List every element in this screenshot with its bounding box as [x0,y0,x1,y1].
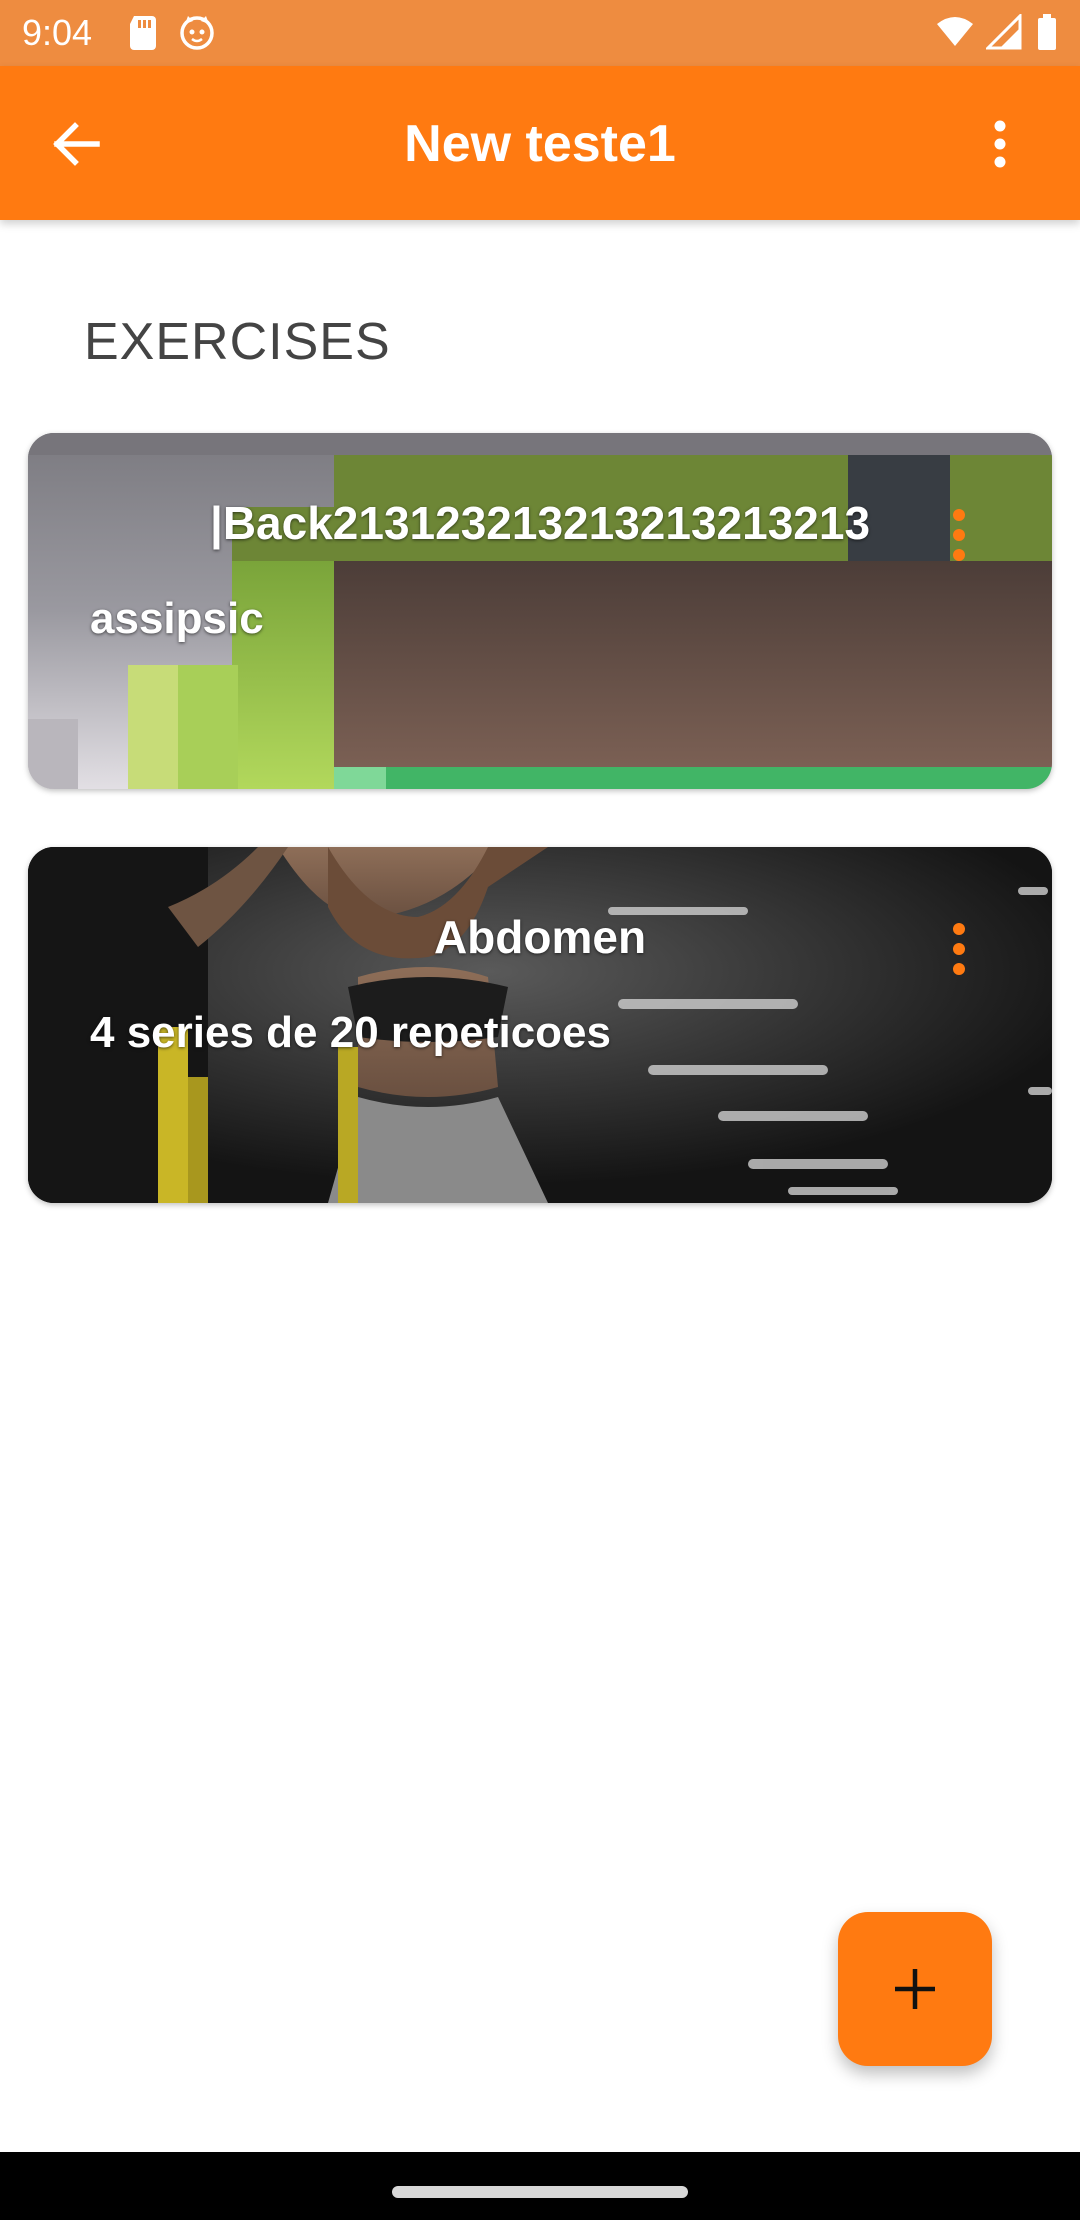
plus-icon [895,1969,935,2009]
add-exercise-button[interactable] [838,1912,992,2066]
cat-notification-icon [178,14,216,55]
status-time: 9:04 [22,12,93,53]
exercise-title: |Back213123213213213213213 [209,497,871,549]
sd-card-icon [128,14,158,55]
status-bar: 9:04 [0,0,1080,66]
status-right-icons [935,12,1058,55]
app-bar: New teste1 [0,66,1080,220]
exercise-card[interactable]: Abdomen 4 series de 20 repeticoes [28,847,1052,1203]
status-left-icons [128,14,216,55]
exercise-menu-button[interactable] [944,505,974,565]
home-gesture-handle[interactable] [392,2186,688,2198]
overflow-menu-button[interactable] [970,108,1030,180]
system-navigation-bar [0,2152,1080,2220]
exercise-menu-button[interactable] [944,919,974,979]
wifi-icon [935,14,975,55]
signal-icon [983,12,1022,55]
exercise-card[interactable]: |Back213123213213213213213 assipsic [28,433,1052,789]
page-title: New teste1 [404,115,676,173]
exercise-description: assipsic [90,594,264,643]
more-vert-icon [953,509,965,561]
more-vert-icon [953,923,965,975]
battery-icon [1036,14,1058,55]
exercise-title: Abdomen [433,911,647,963]
more-vert-icon [994,120,1006,168]
exercise-description: 4 series de 20 repeticoes [90,1008,611,1057]
section-title: EXERCISES [84,313,391,371]
